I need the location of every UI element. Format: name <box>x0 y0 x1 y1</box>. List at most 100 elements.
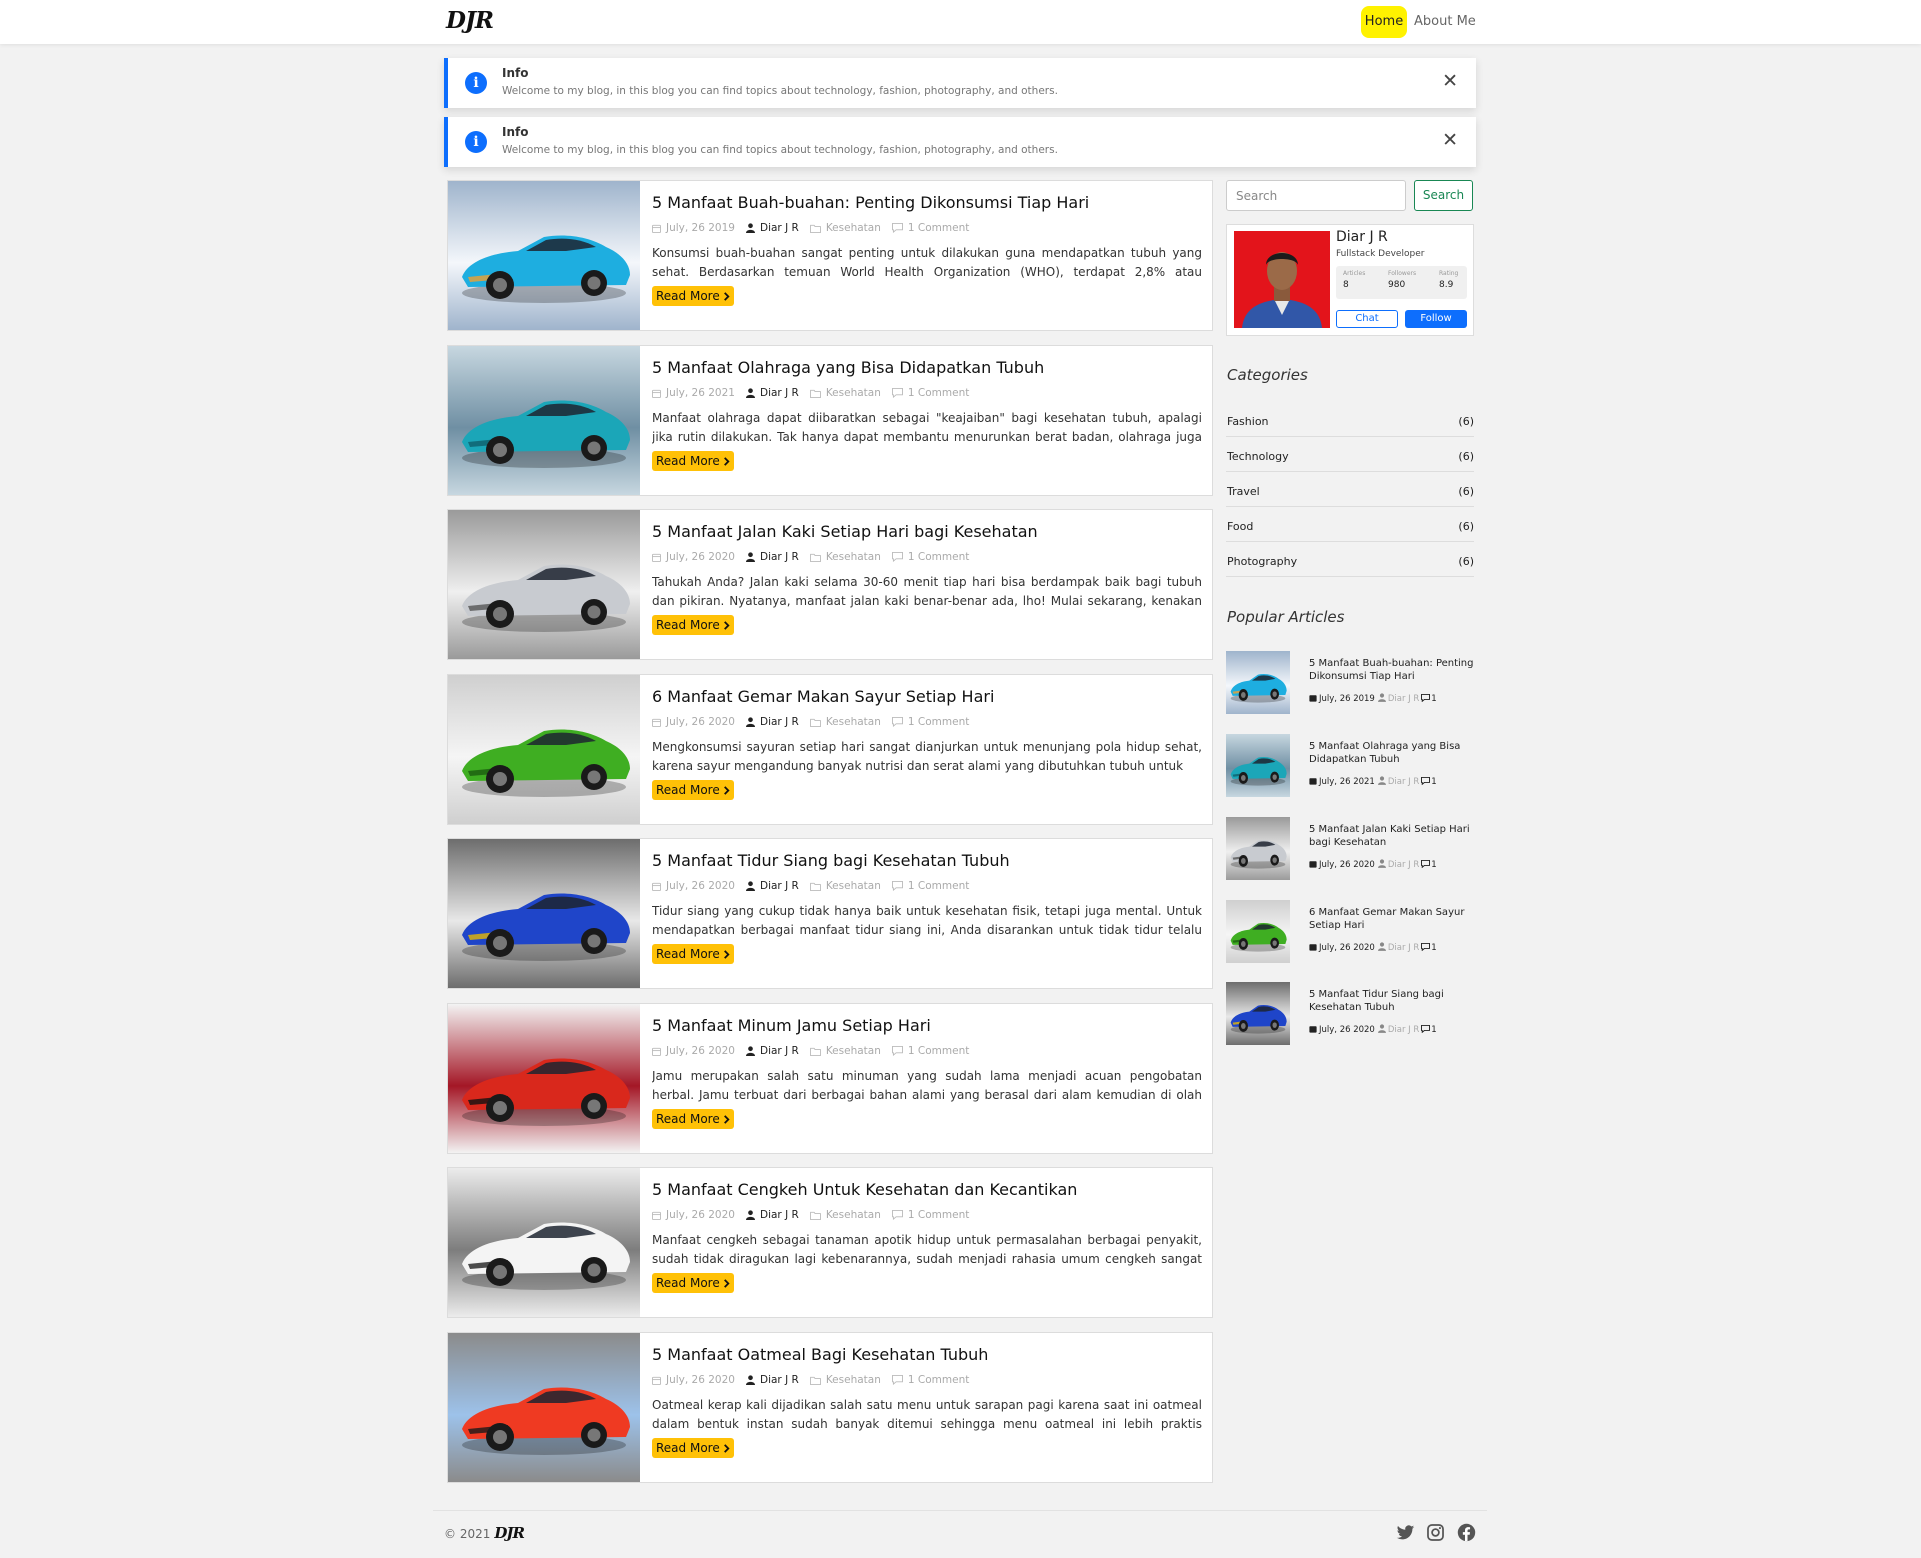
user-icon <box>745 388 760 398</box>
article-card: 6 Manfaat Gemar Makan Sayur Setiap Hari … <box>447 674 1213 825</box>
nav-home-link[interactable]: Home <box>1361 6 1407 38</box>
article-category[interactable]: Kesehatan <box>826 551 881 563</box>
article-thumbnail[interactable] <box>448 1333 640 1482</box>
read-more-button[interactable]: Read More <box>652 615 734 635</box>
facebook-icon[interactable] <box>1457 1523 1476 1542</box>
popular-title[interactable]: 5 Manfaat Tidur Siang bagi Kesehatan Tub… <box>1309 988 1474 1014</box>
popular-article[interactable]: 5 Manfaat Buah-buahan: Penting Dikonsums… <box>1226 651 1474 717</box>
article-title[interactable]: 5 Manfaat Cengkeh Untuk Kesehatan dan Ke… <box>652 1180 1077 1199</box>
popular-comments: 1 <box>1431 943 1437 953</box>
article-title[interactable]: 5 Manfaat Jalan Kaki Setiap Hari bagi Ke… <box>652 522 1038 541</box>
article-author[interactable]: Diar J R <box>760 1045 799 1057</box>
article-comments[interactable]: 1 Comment <box>908 551 969 563</box>
popular-article[interactable]: 5 Manfaat Olahraga yang Bisa Didapatkan … <box>1226 734 1474 800</box>
folder-icon <box>809 224 826 233</box>
category-item[interactable]: Photography (6) <box>1226 542 1474 577</box>
article-category[interactable]: Kesehatan <box>826 880 881 892</box>
read-more-button[interactable]: Read More <box>652 944 734 964</box>
category-item[interactable]: Travel (6) <box>1226 472 1474 507</box>
read-more-button[interactable]: Read More <box>652 286 734 306</box>
follow-button[interactable]: Follow <box>1405 310 1467 328</box>
popular-thumbnail[interactable] <box>1226 982 1290 1045</box>
popular-article[interactable]: 6 Manfaat Gemar Makan Sayur Setiap Hari … <box>1226 900 1474 966</box>
popular-article[interactable]: 5 Manfaat Jalan Kaki Setiap Hari bagi Ke… <box>1226 817 1474 883</box>
stat-articles: Articles 8 <box>1343 270 1365 290</box>
chat-button[interactable]: Chat <box>1336 310 1398 328</box>
article-author[interactable]: Diar J R <box>760 222 799 234</box>
article-comments[interactable]: 1 Comment <box>908 387 969 399</box>
article-thumbnail[interactable] <box>448 675 640 824</box>
article-thumbnail[interactable] <box>448 510 640 659</box>
instagram-icon[interactable] <box>1426 1523 1445 1542</box>
popular-thumbnail[interactable] <box>1226 651 1290 714</box>
brand-logo[interactable]: DJR <box>446 7 494 34</box>
search-button[interactable]: Search <box>1414 180 1473 211</box>
close-icon[interactable]: ✕ <box>1442 70 1458 92</box>
category-item[interactable]: Food (6) <box>1226 507 1474 542</box>
article-category[interactable]: Kesehatan <box>826 1045 881 1057</box>
categories-title: Categories <box>1227 366 1308 384</box>
article-author[interactable]: Diar J R <box>760 1374 799 1386</box>
popular-author: Diar J R <box>1387 694 1420 704</box>
article-title[interactable]: 5 Manfaat Oatmeal Bagi Kesehatan Tubuh <box>652 1345 988 1364</box>
read-more-button[interactable]: Read More <box>652 1438 734 1458</box>
article-thumbnail[interactable] <box>448 1004 640 1153</box>
article-title[interactable]: 6 Manfaat Gemar Makan Sayur Setiap Hari <box>652 687 994 706</box>
article-comments[interactable]: 1 Comment <box>908 880 969 892</box>
folder-icon <box>809 553 826 562</box>
twitter-icon[interactable] <box>1396 1523 1415 1542</box>
article-author[interactable]: Diar J R <box>760 880 799 892</box>
comment-icon <box>891 552 908 562</box>
article-category[interactable]: Kesehatan <box>826 1209 881 1221</box>
article-thumbnail[interactable] <box>448 1168 640 1317</box>
article-title[interactable]: 5 Manfaat Olahraga yang Bisa Didapatkan … <box>652 358 1044 377</box>
read-more-button[interactable]: Read More <box>652 1273 734 1293</box>
popular-title[interactable]: 5 Manfaat Olahraga yang Bisa Didapatkan … <box>1309 740 1474 766</box>
read-more-button[interactable]: Read More <box>652 780 734 800</box>
close-icon[interactable]: ✕ <box>1442 129 1458 151</box>
nav-about-link[interactable]: About Me <box>1414 6 1476 38</box>
calendar-icon <box>652 1376 666 1385</box>
user-icon <box>1375 693 1388 705</box>
popular-title[interactable]: 5 Manfaat Buah-buahan: Penting Dikonsums… <box>1309 657 1474 683</box>
popular-thumbnail[interactable] <box>1226 817 1290 880</box>
category-item[interactable]: Technology (6) <box>1226 437 1474 472</box>
popular-title[interactable]: 6 Manfaat Gemar Makan Sayur Setiap Hari <box>1309 906 1474 932</box>
article-comments[interactable]: 1 Comment <box>908 1045 969 1057</box>
article-author[interactable]: Diar J R <box>760 1209 799 1221</box>
article-comments[interactable]: 1 Comment <box>908 716 969 728</box>
article-category[interactable]: Kesehatan <box>826 716 881 728</box>
article-comments[interactable]: 1 Comment <box>908 1209 969 1221</box>
search-input[interactable] <box>1226 180 1406 211</box>
article-category[interactable]: Kesehatan <box>826 1374 881 1386</box>
read-more-button[interactable]: Read More <box>652 1109 734 1129</box>
category-count: (6) <box>1458 415 1474 428</box>
article-author[interactable]: Diar J R <box>760 716 799 728</box>
category-item[interactable]: Fashion (6) <box>1226 402 1474 437</box>
folder-icon <box>809 718 826 727</box>
article-thumbnail[interactable] <box>448 839 640 988</box>
article-category[interactable]: Kesehatan <box>826 222 881 234</box>
article-author[interactable]: Diar J R <box>760 387 799 399</box>
popular-title[interactable]: 5 Manfaat Jalan Kaki Setiap Hari bagi Ke… <box>1309 823 1474 849</box>
article-comments[interactable]: 1 Comment <box>908 1374 969 1386</box>
popular-thumbnail[interactable] <box>1226 734 1290 797</box>
read-more-button[interactable]: Read More <box>652 451 734 471</box>
popular-meta: July, 26 2020 Diar J R 1 <box>1309 1024 1437 1036</box>
article-title[interactable]: 5 Manfaat Minum Jamu Setiap Hari <box>652 1016 931 1035</box>
calendar-icon <box>1309 777 1319 788</box>
article-thumbnail[interactable] <box>448 346 640 495</box>
popular-date: July, 26 2020 <box>1319 1025 1375 1035</box>
article-comments[interactable]: 1 Comment <box>908 222 969 234</box>
stat-label: Followers <box>1388 270 1417 277</box>
article-title[interactable]: 5 Manfaat Tidur Siang bagi Kesehatan Tub… <box>652 851 1010 870</box>
article-author[interactable]: Diar J R <box>760 551 799 563</box>
article-title[interactable]: 5 Manfaat Buah-buahan: Penting Dikonsums… <box>652 193 1089 212</box>
comment-icon <box>891 1210 908 1220</box>
article-category[interactable]: Kesehatan <box>826 387 881 399</box>
article-date: July, 26 2020 <box>666 880 735 892</box>
popular-thumbnail[interactable] <box>1226 900 1290 963</box>
popular-article[interactable]: 5 Manfaat Tidur Siang bagi Kesehatan Tub… <box>1226 982 1474 1048</box>
article-thumbnail[interactable] <box>448 181 640 330</box>
article-date: July, 26 2020 <box>666 716 735 728</box>
